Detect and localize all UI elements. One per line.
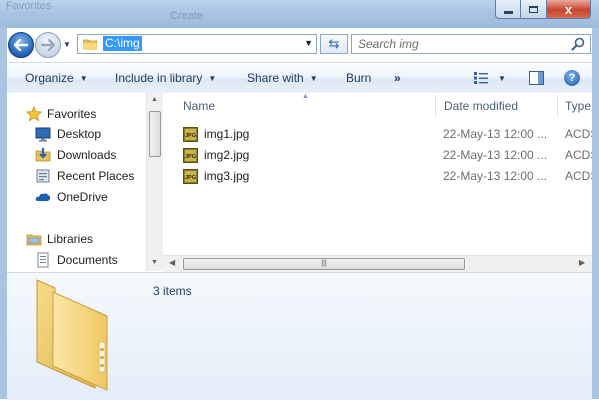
jpg-file-icon: JPG (183, 169, 198, 184)
large-folder-icon (36, 279, 108, 391)
file-name: img1.jpg (204, 127, 250, 141)
forward-arrow-icon (41, 39, 55, 51)
libraries-icon (26, 234, 42, 246)
share-with-label: Share with (247, 71, 304, 85)
maximize-button[interactable] (521, 0, 547, 19)
scrollbar-thumb[interactable]: ||| (183, 258, 465, 270)
nav-item-desktop[interactable]: Desktop (7, 124, 147, 144)
scroll-down-icon[interactable]: ▼ (151, 259, 158, 266)
nav-item-label: Libraries (47, 232, 94, 246)
jpg-badge-text: JPG (185, 154, 196, 160)
nav-item-downloads[interactable]: Downloads (7, 145, 147, 165)
scrollbar-thumb[interactable] (149, 111, 161, 157)
file-row[interactable]: JPG img2.jpg 22-May-13 12:00 ... ACDS (163, 145, 592, 166)
nav-item-onedrive[interactable]: OneDrive (7, 187, 147, 207)
scroll-up-icon[interactable]: ▲ (151, 96, 158, 103)
share-with-button[interactable]: Share with ▼ (247, 71, 318, 85)
search-box[interactable] (351, 34, 591, 54)
close-button[interactable]: x (547, 0, 591, 19)
background-window-text: Favorites (6, 0, 52, 12)
navigation-pane: Favorites Desktop Downloads Recent Place… (7, 93, 162, 271)
column-header-name[interactable]: Name (183, 93, 215, 119)
close-icon: x (564, 1, 573, 17)
column-divider[interactable] (557, 95, 558, 117)
item-count: 3 items (153, 284, 192, 298)
window-frame-left (0, 28, 7, 399)
file-name: img2.jpg (204, 148, 250, 162)
onedrive-icon (35, 193, 51, 201)
forward-button[interactable] (35, 32, 61, 58)
minimize-icon (503, 10, 513, 14)
jpg-file-icon: JPG (183, 127, 198, 142)
organize-label: Organize (25, 71, 74, 85)
nav-item-libraries[interactable]: Libraries (7, 229, 147, 249)
address-bar[interactable]: C:\img ▼ (77, 34, 317, 54)
nav-item-label: Documents (57, 253, 118, 267)
refresh-icon: ⇆ (328, 36, 340, 51)
organize-button[interactable]: Organize ▼ (25, 71, 88, 85)
nav-item-label: Downloads (57, 148, 117, 162)
sort-ascending-icon: ▲ (302, 93, 309, 100)
file-date-modified: 22-May-13 12:00 ... (443, 127, 548, 141)
nav-item-recent-places[interactable]: Recent Places (7, 166, 147, 186)
refresh-button[interactable]: ⇆ (320, 34, 348, 54)
column-header-date-modified[interactable]: Date modified (444, 93, 518, 119)
preview-pane-icon[interactable] (529, 71, 544, 85)
chevron-down-icon: ▼ (208, 74, 217, 83)
title-bar: Favorites Create x (0, 0, 599, 28)
scroll-left-icon[interactable]: ◀ (169, 258, 175, 267)
file-list: ▲ Name Date modified Type JPG img1.jpg 2… (163, 93, 592, 271)
change-view-icon[interactable] (474, 72, 488, 84)
address-dropdown-icon[interactable]: ▼ (304, 38, 313, 48)
include-in-library-button[interactable]: Include in library ▼ (115, 71, 216, 85)
file-type: ACDS (565, 148, 592, 162)
help-icon[interactable]: ? (564, 70, 580, 86)
search-input[interactable] (358, 37, 558, 51)
background-window-text-2: Create (170, 10, 204, 22)
file-row[interactable]: JPG img3.jpg 22-May-13 12:00 ... ACDS (163, 166, 592, 187)
file-type: ACDS (565, 169, 592, 183)
details-pane: 3 items (7, 272, 592, 400)
file-name: img3.jpg (204, 169, 250, 183)
nav-item-label: Desktop (57, 127, 102, 141)
nav-item-label: OneDrive (57, 190, 108, 204)
back-arrow-icon (14, 39, 28, 51)
jpg-file-icon: JPG (183, 148, 198, 163)
nav-item-documents[interactable]: Documents (7, 250, 147, 270)
scroll-right-icon[interactable]: ▶ (579, 258, 585, 267)
minimize-button[interactable] (495, 0, 521, 19)
command-bar: Organize ▼ Include in library ▼ Share with… (7, 62, 592, 94)
search-icon[interactable] (571, 37, 585, 51)
downloads-icon (35, 148, 51, 162)
recent-places-icon (36, 169, 50, 183)
chevron-down-icon: ▼ (79, 74, 88, 83)
navigation-pane-scrollbar[interactable]: ▲ ▼ (146, 93, 163, 271)
more-commands-button[interactable]: » (394, 71, 401, 85)
jpg-badge-text: JPG (185, 133, 196, 139)
column-header-type[interactable]: Type (565, 93, 591, 119)
maximize-icon (529, 5, 538, 13)
file-row[interactable]: JPG img1.jpg 22-May-13 12:00 ... ACDS (163, 124, 592, 145)
chevron-down-icon: ▼ (309, 74, 318, 83)
file-list-horizontal-scrollbar[interactable]: ◀ ||| ▶ (163, 255, 592, 272)
nav-item-label: Favorites (47, 107, 97, 121)
nav-item-label: Recent Places (57, 169, 135, 183)
file-date-modified: 22-May-13 12:00 ... (443, 148, 548, 162)
window-frame-right (592, 28, 599, 399)
address-path[interactable]: C:\img (103, 36, 142, 51)
desktop-icon (35, 127, 51, 142)
folder-icon (83, 39, 97, 50)
nav-item-favorites[interactable]: Favorites (7, 104, 147, 124)
jpg-badge-text: JPG (185, 175, 196, 181)
burn-button[interactable]: Burn (346, 71, 371, 85)
file-date-modified: 22-May-13 12:00 ... (443, 169, 548, 183)
include-in-library-label: Include in library (115, 71, 203, 85)
recent-pages-dropdown[interactable]: ▼ (63, 40, 71, 49)
view-options-chevron-icon[interactable]: ▼ (498, 74, 506, 83)
star-icon (26, 106, 42, 122)
documents-icon (37, 252, 49, 268)
column-divider[interactable] (435, 95, 436, 117)
back-button[interactable] (8, 32, 34, 58)
file-type: ACDS (565, 127, 592, 141)
